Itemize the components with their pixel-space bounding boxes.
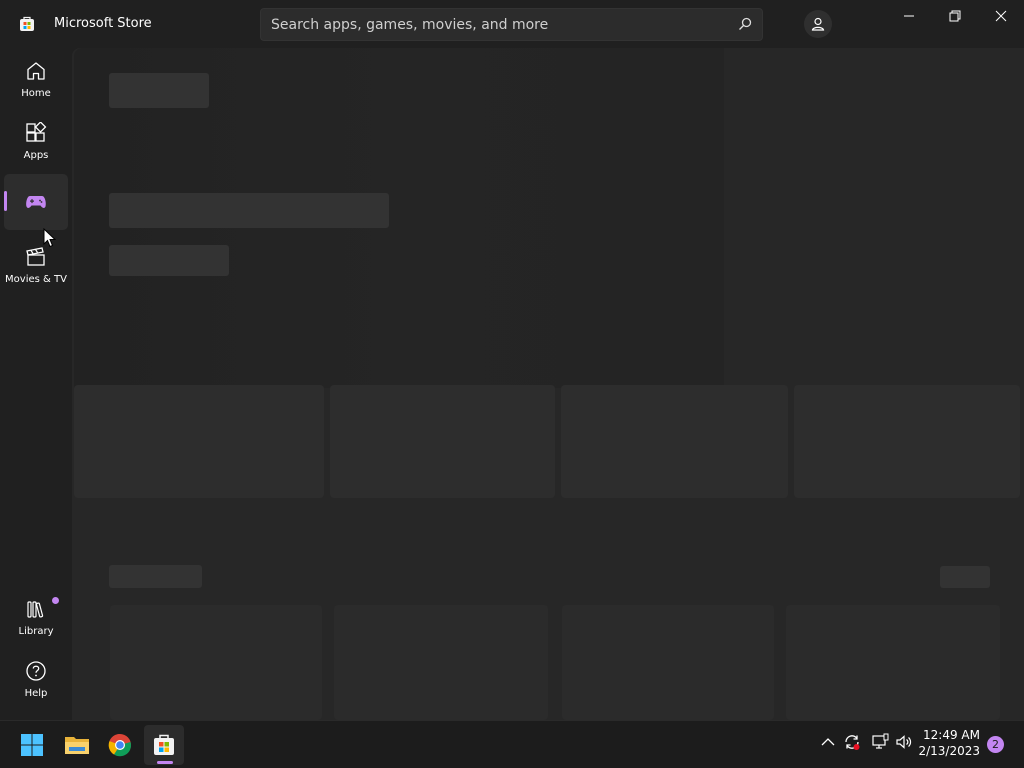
home-icon: [27, 62, 45, 80]
featured-card-placeholder: [794, 385, 1020, 498]
featured-card-placeholder: [561, 385, 788, 498]
title-placeholder: [109, 73, 209, 108]
microsoft-store-icon: [154, 734, 174, 755]
restore-icon: [949, 10, 961, 22]
nav-label-home: Home: [21, 88, 51, 99]
button-placeholder: [109, 245, 229, 276]
nav-item-help[interactable]: Help: [4, 650, 68, 706]
chrome-button[interactable]: [100, 725, 140, 765]
featured-card-placeholder: [74, 385, 324, 498]
minimize-icon: [904, 15, 914, 17]
nav-item-gaming[interactable]: [4, 174, 68, 230]
file-explorer-icon: [65, 737, 89, 754]
active-indicator: [4, 191, 7, 211]
show-hidden-icons-chevron-up-icon[interactable]: [819, 733, 837, 751]
microsoft-store-logo-icon: [20, 16, 34, 31]
chrome-icon: [108, 733, 132, 757]
taskbar-clock-time[interactable]: 12:49 AM: [900, 728, 980, 742]
product-card-placeholder: [786, 605, 1000, 720]
apps-icon: [26, 122, 47, 142]
library-update-badge: [52, 597, 59, 604]
microsoft-store-button[interactable]: [144, 725, 184, 765]
clapperboard-icon: [26, 247, 45, 266]
nav-label-help: Help: [24, 688, 48, 699]
navigation-rail: Home Apps Movies & TV Library Help: [0, 48, 72, 720]
start-button[interactable]: [12, 725, 52, 765]
search-box[interactable]: [260, 8, 763, 41]
notification-count-badge[interactable]: 2: [987, 736, 1004, 753]
nav-label-apps: Apps: [23, 150, 49, 161]
nav-item-home[interactable]: Home: [4, 50, 68, 106]
featured-card-placeholder: [330, 385, 555, 498]
nav-label-library: Library: [18, 626, 54, 637]
account-button[interactable]: [804, 10, 832, 38]
app-title: Microsoft Store: [54, 16, 152, 31]
search-input[interactable]: [261, 9, 741, 40]
nav-item-apps[interactable]: Apps: [4, 112, 68, 168]
help-icon: [26, 661, 46, 681]
gamepad-icon: [26, 196, 46, 208]
nav-item-movies-tv[interactable]: Movies & TV: [4, 236, 68, 292]
minimize-button[interactable]: [886, 0, 932, 32]
product-card-placeholder: [110, 605, 322, 720]
close-icon: [995, 10, 1007, 22]
subtitle-placeholder: [109, 193, 389, 228]
user-icon: [811, 17, 825, 31]
active-app-indicator: [157, 761, 173, 764]
restore-button[interactable]: [932, 0, 978, 32]
mouse-cursor-icon: [43, 228, 56, 248]
windows-start-icon: [21, 734, 43, 756]
search-icon[interactable]: [738, 17, 752, 31]
product-card-placeholder: [562, 605, 774, 720]
nav-label-movies-tv: Movies & TV: [5, 274, 67, 285]
nav-item-library[interactable]: Library: [4, 588, 68, 644]
taskbar-clock-date[interactable]: 2/13/2023: [900, 744, 980, 758]
section-title-placeholder: [109, 565, 202, 588]
see-all-placeholder: [940, 566, 990, 588]
sync-icon[interactable]: [843, 733, 861, 751]
network-icon[interactable]: [871, 733, 889, 751]
library-icon: [27, 601, 44, 618]
file-explorer-button[interactable]: [56, 725, 96, 765]
product-card-placeholder: [334, 605, 548, 720]
close-button[interactable]: [978, 0, 1024, 32]
title-bar: Microsoft Store: [0, 0, 1024, 48]
